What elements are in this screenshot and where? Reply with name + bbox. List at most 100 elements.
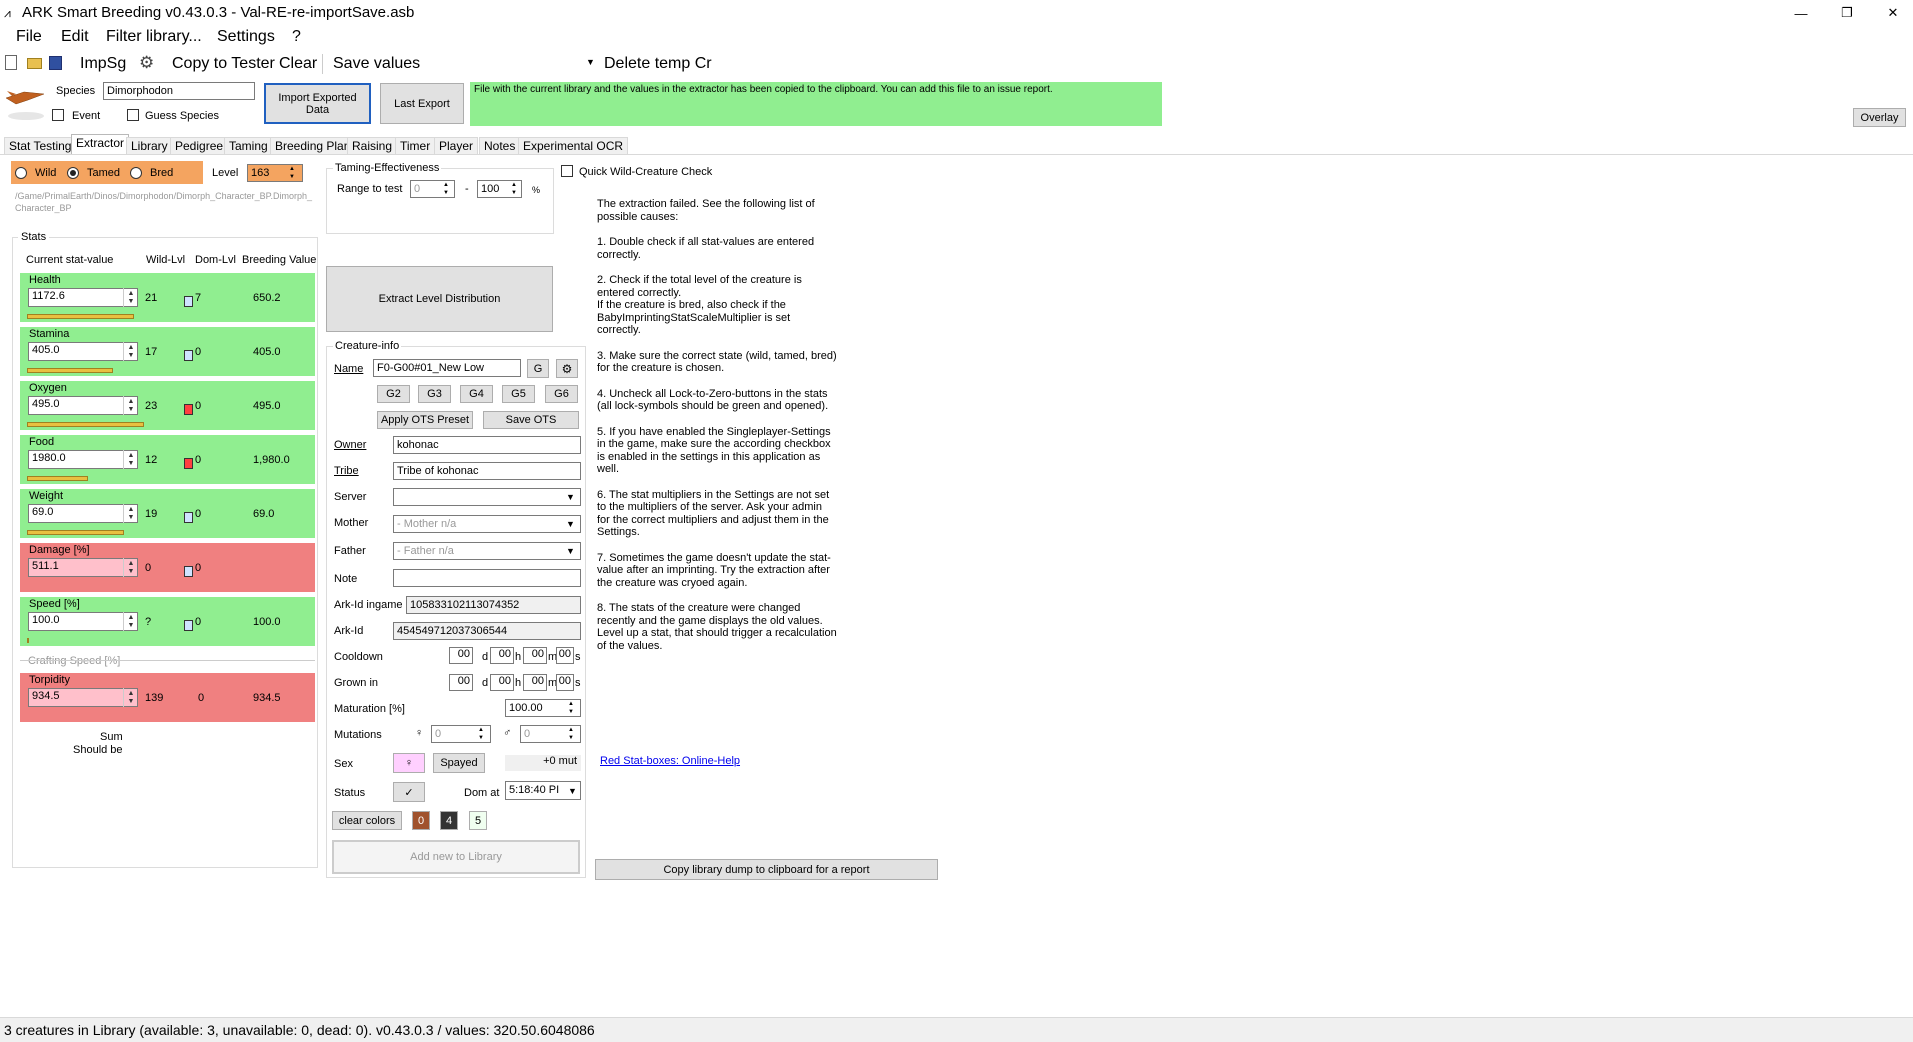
- color-region-0-button[interactable]: 0: [412, 811, 430, 830]
- menu-edit[interactable]: Edit: [61, 28, 89, 46]
- stat-spinner[interactable]: ▲ ▼: [123, 450, 138, 469]
- color-region-2-button[interactable]: 5: [469, 811, 487, 830]
- te-max-spinner[interactable]: ▲ ▼: [511, 181, 517, 197]
- restore-button[interactable]: ❐: [1824, 0, 1870, 26]
- tab-raising[interactable]: Raising: [347, 137, 398, 154]
- tamed-radio[interactable]: [67, 167, 79, 179]
- arkid-input[interactable]: 454549712037306544: [393, 622, 581, 640]
- tab-timer[interactable]: Timer: [395, 137, 436, 154]
- last-export-button[interactable]: Last Export: [380, 83, 464, 124]
- maturation-spinner[interactable]: ▲ ▼: [568, 700, 574, 716]
- menu-filter-library[interactable]: Filter library...: [106, 28, 202, 46]
- cooldown-seconds[interactable]: 00: [556, 647, 574, 664]
- gear-icon[interactable]: ⚙: [139, 53, 154, 73]
- stat-spinner[interactable]: ▲ ▼: [123, 396, 138, 415]
- lock-icon[interactable]: [184, 566, 193, 577]
- level-spinner[interactable]: ▲ ▼: [289, 165, 295, 181]
- online-help-link[interactable]: Red Stat-boxes: Online-Help: [600, 755, 740, 767]
- clear-button[interactable]: Clear: [279, 55, 317, 73]
- tab-stat-testing[interactable]: Stat Testing: [4, 137, 77, 154]
- g2-button[interactable]: G2: [377, 385, 410, 403]
- stat-value-input[interactable]: 511.1: [28, 558, 138, 577]
- lock-icon[interactable]: [184, 296, 193, 307]
- quick-wild-check-checkbox[interactable]: [561, 165, 573, 177]
- father-dropdown[interactable]: - Father n/a: [393, 542, 581, 560]
- delete-temp-button[interactable]: Delete temp Cr: [604, 55, 712, 73]
- tab-extractor[interactable]: Extractor: [71, 134, 130, 154]
- grown-seconds[interactable]: 00: [556, 674, 574, 691]
- guess-species-checkbox[interactable]: [127, 109, 139, 121]
- copy-library-dump-button[interactable]: Copy library dump to clipboard for a rep…: [595, 859, 938, 880]
- menu-file[interactable]: File: [16, 28, 42, 46]
- stat-spinner[interactable]: ▲ ▼: [123, 288, 138, 307]
- clear-colors-button[interactable]: clear colors: [332, 811, 402, 830]
- lock-icon[interactable]: [184, 350, 193, 361]
- close-button[interactable]: ✕: [1870, 0, 1913, 26]
- open-folder-icon[interactable]: [27, 58, 42, 69]
- apply-ots-preset-button[interactable]: Apply OTS Preset: [377, 411, 473, 429]
- tab-breeding-plan[interactable]: Breeding Plan: [270, 137, 356, 154]
- copy-to-tester-button[interactable]: Copy to Tester: [172, 55, 275, 73]
- overlay-button[interactable]: Overlay: [1853, 108, 1906, 127]
- tab-library[interactable]: Library: [126, 137, 173, 154]
- tab-player[interactable]: Player: [434, 137, 479, 154]
- generate-name-button[interactable]: G: [527, 359, 549, 378]
- status-button[interactable]: ✓: [393, 782, 425, 802]
- bred-radio[interactable]: [130, 167, 142, 179]
- lock-icon[interactable]: [184, 404, 193, 415]
- tab-experimental-ocr[interactable]: Experimental OCR: [518, 137, 629, 154]
- mutations-male-spinner[interactable]: ▲ ▼: [568, 726, 574, 742]
- color-region-1-button[interactable]: 4: [440, 811, 458, 830]
- stat-value-input[interactable]: 1172.6: [28, 288, 138, 307]
- save-ots-button[interactable]: Save OTS: [483, 411, 579, 429]
- stat-spinner[interactable]: ▲ ▼: [123, 688, 138, 707]
- tribe-input[interactable]: Tribe of kohonac: [393, 462, 581, 480]
- g6-button[interactable]: G6: [545, 385, 578, 403]
- g5-button[interactable]: G5: [502, 385, 535, 403]
- menu-help[interactable]: ?: [292, 28, 301, 46]
- stat-spinner[interactable]: ▲ ▼: [123, 342, 138, 361]
- temp-creature-dropdown[interactable]: ▼: [418, 54, 598, 74]
- wild-radio[interactable]: [15, 167, 27, 179]
- lock-icon[interactable]: [184, 458, 193, 469]
- stat-value-input[interactable]: 69.0: [28, 504, 138, 523]
- species-input[interactable]: Dimorphodon: [103, 82, 255, 100]
- mother-dropdown[interactable]: - Mother n/a: [393, 515, 581, 533]
- arkid-ingame-input[interactable]: 105833102113074352: [406, 596, 581, 614]
- event-checkbox[interactable]: [52, 109, 64, 121]
- import-exported-button[interactable]: Import Exported Data: [264, 83, 371, 124]
- stat-value-input[interactable]: 495.0: [28, 396, 138, 415]
- tribe-label[interactable]: Tribe: [334, 465, 359, 477]
- name-label[interactable]: Name: [334, 363, 363, 375]
- spayed-button[interactable]: Spayed: [433, 753, 485, 773]
- note-input[interactable]: [393, 569, 581, 587]
- server-dropdown[interactable]: [393, 488, 581, 506]
- stat-spinner[interactable]: ▲ ▼: [123, 558, 138, 577]
- owner-label[interactable]: Owner: [334, 439, 366, 451]
- g3-button[interactable]: G3: [418, 385, 451, 403]
- minimize-button[interactable]: —: [1778, 0, 1824, 26]
- stat-spinner[interactable]: ▲ ▼: [123, 504, 138, 523]
- te-min-spinner[interactable]: ▲ ▼: [443, 181, 449, 197]
- save-icon[interactable]: [49, 56, 62, 70]
- stat-value-input[interactable]: 1980.0: [28, 450, 138, 469]
- stat-value-input[interactable]: 100.0: [28, 612, 138, 631]
- extract-level-distribution-button[interactable]: Extract Level Distribution: [326, 266, 553, 332]
- grown-hours[interactable]: 00: [490, 674, 514, 691]
- name-settings-button[interactable]: ⚙: [556, 359, 578, 378]
- g4-button[interactable]: G4: [460, 385, 493, 403]
- stat-spinner[interactable]: ▲ ▼: [123, 612, 138, 631]
- stat-value-input[interactable]: 405.0: [28, 342, 138, 361]
- owner-input[interactable]: kohonac: [393, 436, 581, 454]
- impsg-button[interactable]: ImpSg: [80, 55, 126, 73]
- mutations-female-spinner[interactable]: ▲ ▼: [478, 726, 484, 742]
- save-values-button[interactable]: Save values: [333, 55, 420, 73]
- menu-settings[interactable]: Settings: [217, 28, 275, 46]
- cooldown-hours[interactable]: 00: [490, 647, 514, 664]
- grown-days[interactable]: 00: [449, 674, 473, 691]
- cooldown-minutes[interactable]: 00: [523, 647, 547, 664]
- name-input[interactable]: F0-G00#01_New Low: [373, 359, 521, 377]
- lock-icon[interactable]: [184, 512, 193, 523]
- sex-button[interactable]: ♀: [393, 753, 425, 773]
- new-file-icon[interactable]: [5, 55, 17, 70]
